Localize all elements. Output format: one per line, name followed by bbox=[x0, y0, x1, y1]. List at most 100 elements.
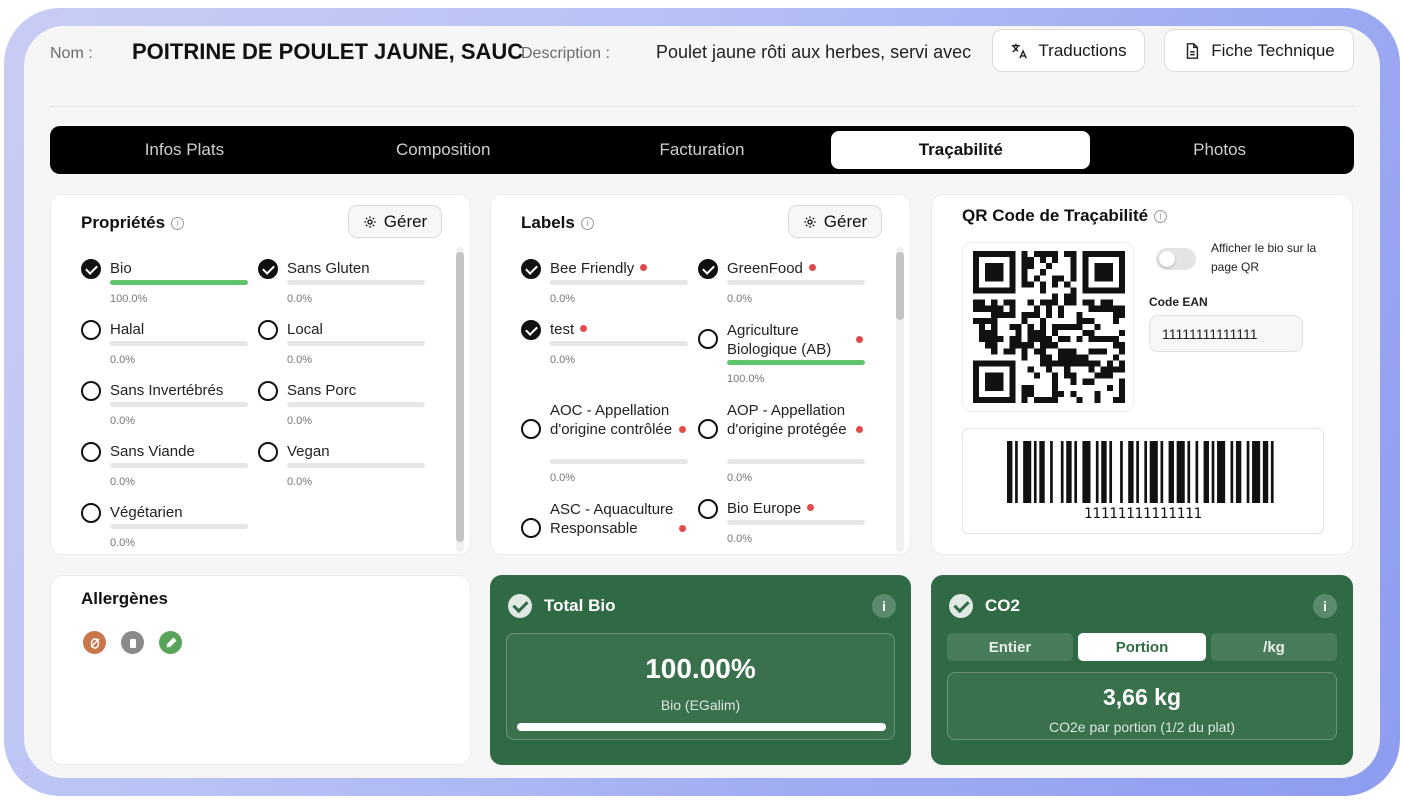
dish-description[interactable]: Poulet jaune rôti aux herbes, servi avec bbox=[656, 42, 996, 63]
propriete-progress bbox=[287, 280, 425, 285]
celery-allergen-icon[interactable] bbox=[159, 631, 182, 654]
label-item[interactable]: test 0.0% bbox=[521, 320, 691, 379]
label-progress bbox=[727, 520, 865, 525]
afficher-bio-toggle[interactable] bbox=[1156, 248, 1196, 270]
label-item[interactable]: AOP - Appellation d'origine protégée 0.0% bbox=[698, 400, 868, 497]
checkbox[interactable] bbox=[258, 381, 278, 401]
label-name: ASC - Aquaculture Responsable bbox=[550, 501, 674, 537]
checkbox[interactable] bbox=[521, 517, 541, 538]
info-icon[interactable]: i bbox=[872, 594, 896, 618]
propriete-item[interactable]: Sans Gluten 0.0% bbox=[258, 259, 428, 315]
co2-card: CO2 i Entier Portion /kg 3,66 kg CO2e pa… bbox=[931, 575, 1353, 765]
segment-entier[interactable]: Entier bbox=[947, 633, 1073, 661]
info-icon[interactable]: i bbox=[1313, 594, 1337, 618]
status-dot bbox=[856, 425, 863, 433]
segment-portion[interactable]: Portion bbox=[1078, 633, 1206, 661]
label-percent: 0.0% bbox=[727, 472, 753, 484]
total-bio-title-text: Total Bio bbox=[544, 596, 616, 615]
checkbox[interactable] bbox=[698, 418, 718, 439]
propriete-item[interactable]: Vegan 0.0% bbox=[258, 442, 428, 498]
propriete-item[interactable]: Local 0.0% bbox=[258, 320, 428, 376]
label-name: Bee Friendly bbox=[550, 260, 648, 277]
ean-input[interactable]: 11111111111111 bbox=[1149, 315, 1303, 352]
propriete-progress bbox=[287, 402, 425, 407]
propriete-item[interactable]: Sans Viande 0.0% bbox=[81, 442, 251, 498]
propriete-label: Sans Invertébrés bbox=[110, 382, 224, 399]
label-percent: 0.0% bbox=[550, 293, 576, 305]
scroll-thumb[interactable] bbox=[896, 252, 904, 320]
co2-subtitle: CO2e par portion (1/2 du plat) bbox=[1049, 719, 1235, 735]
total-bio-card: Total Bio i 100.00% Bio (EGalim) bbox=[490, 575, 911, 765]
proprietes-gerer-button[interactable]: Gérer bbox=[348, 205, 442, 238]
ean-label: Code EAN bbox=[1149, 295, 1208, 309]
tab-infos-plats[interactable]: Infos Plats bbox=[55, 131, 314, 169]
propriete-item[interactable]: Bio 100.0% bbox=[81, 259, 251, 315]
milk-allergen-icon[interactable] bbox=[121, 631, 144, 654]
gerer-label: Gérer bbox=[383, 211, 428, 231]
gerer-label: Gérer bbox=[823, 211, 868, 231]
propriete-item[interactable]: Sans Porc 0.0% bbox=[258, 381, 428, 437]
total-bio-subtitle: Bio (EGalim) bbox=[660, 697, 741, 713]
labels-gerer-button[interactable]: Gérer bbox=[788, 205, 882, 238]
checkbox[interactable] bbox=[258, 259, 278, 279]
label-item[interactable]: AOC - Appellation d'origine contrôlée 0.0… bbox=[521, 400, 691, 497]
scroll-thumb[interactable] bbox=[456, 252, 464, 542]
fiche-technique-button[interactable]: Fiche Technique bbox=[1164, 29, 1354, 72]
propriete-progress bbox=[110, 402, 248, 407]
status-dot bbox=[808, 264, 816, 271]
app-screen: Nom : POITRINE DE POULET JAUNE, SAUC Des… bbox=[24, 26, 1380, 778]
propriete-item[interactable]: Halal 0.0% bbox=[81, 320, 251, 376]
qr-code[interactable] bbox=[973, 251, 1125, 403]
proprietes-scrollbar[interactable] bbox=[456, 247, 464, 552]
propriete-label: Végétarien bbox=[110, 504, 183, 521]
tab-tracabilite[interactable]: Traçabilité bbox=[831, 131, 1091, 169]
label-progress bbox=[727, 280, 865, 285]
info-icon[interactable]: i bbox=[1154, 209, 1168, 223]
checkbox[interactable] bbox=[521, 418, 541, 439]
propriete-progress bbox=[287, 341, 425, 346]
co2-box: 3,66 kg CO2e par portion (1/2 du plat) bbox=[947, 672, 1337, 740]
checkbox[interactable] bbox=[698, 499, 718, 519]
label-percent: 0.0% bbox=[727, 533, 753, 545]
tab-facturation[interactable]: Facturation bbox=[573, 131, 832, 169]
propriete-item[interactable]: Végétarien 0.0% bbox=[81, 503, 251, 554]
description-label: Description : bbox=[521, 45, 610, 62]
label-item[interactable]: ASC - Aquaculture Responsable bbox=[521, 499, 691, 554]
label-item[interactable]: GreenFood 0.0% bbox=[698, 259, 868, 318]
propriete-label: Bio bbox=[110, 260, 132, 277]
segment-per-kg[interactable]: /kg bbox=[1211, 633, 1337, 661]
propriete-progress bbox=[110, 341, 248, 346]
label-progress bbox=[550, 341, 688, 346]
checkbox[interactable] bbox=[81, 442, 101, 462]
propriete-progress bbox=[287, 463, 425, 468]
checkbox[interactable] bbox=[81, 381, 101, 401]
info-icon[interactable]: i bbox=[580, 216, 594, 230]
label-item[interactable]: Agriculture Biologique (AB) 100.0% bbox=[698, 320, 868, 398]
checkbox[interactable] bbox=[258, 442, 278, 462]
checkbox[interactable] bbox=[258, 320, 278, 340]
qr-code-frame bbox=[962, 242, 1134, 412]
info-icon[interactable]: i bbox=[171, 216, 185, 230]
checkbox[interactable] bbox=[81, 503, 101, 523]
checkbox[interactable] bbox=[81, 259, 101, 279]
tab-photos[interactable]: Photos bbox=[1090, 131, 1349, 169]
propriete-percent: 0.0% bbox=[287, 476, 313, 488]
propriete-label: Halal bbox=[110, 321, 145, 338]
checkbox[interactable] bbox=[698, 259, 718, 279]
labels-scrollbar[interactable] bbox=[896, 247, 904, 552]
traductions-button[interactable]: Traductions bbox=[992, 29, 1145, 72]
egg-allergen-icon[interactable] bbox=[83, 631, 106, 654]
checkbox[interactable] bbox=[81, 320, 101, 340]
propriete-label: Sans Viande bbox=[110, 443, 195, 460]
label-item[interactable]: Bee Friendly 0.0% bbox=[521, 259, 691, 318]
checkbox[interactable] bbox=[698, 329, 718, 349]
label-percent: 0.0% bbox=[550, 354, 576, 366]
propriete-percent: 0.0% bbox=[110, 415, 136, 427]
label-name: Bio Europe bbox=[727, 500, 815, 517]
checkbox[interactable] bbox=[521, 259, 541, 279]
checkbox[interactable] bbox=[521, 320, 541, 340]
dish-name[interactable]: POITRINE DE POULET JAUNE, SAUC bbox=[132, 39, 528, 65]
label-item[interactable]: Bio Europe 0.0% bbox=[698, 499, 868, 554]
propriete-item[interactable]: Sans Invertébrés 0.0% bbox=[81, 381, 251, 437]
tab-composition[interactable]: Composition bbox=[314, 131, 573, 169]
